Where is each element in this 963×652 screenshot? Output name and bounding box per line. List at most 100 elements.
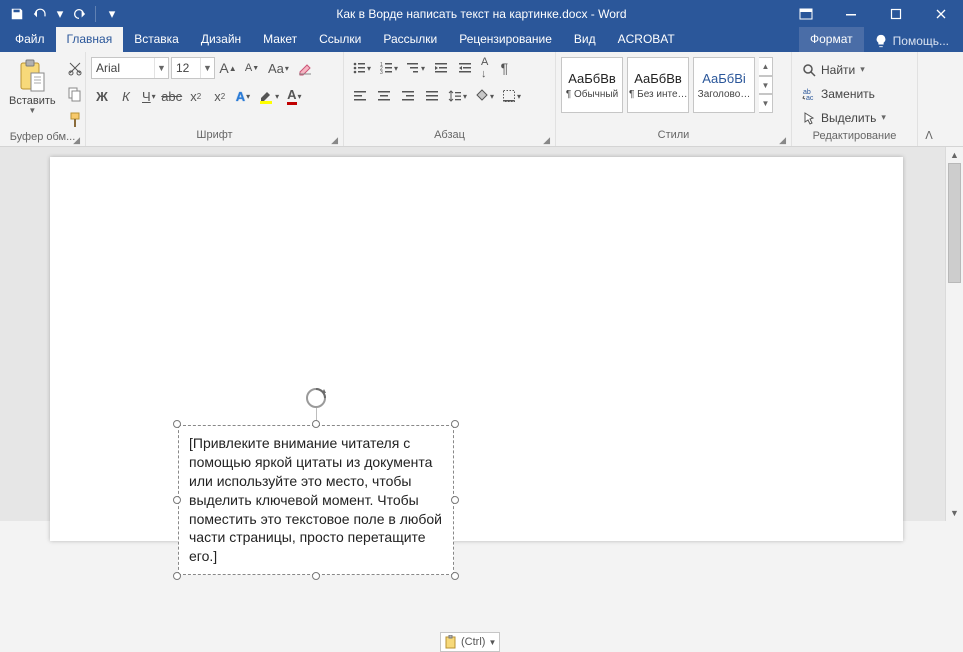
- sort-icon[interactable]: A↓: [478, 57, 491, 79]
- close-icon[interactable]: [918, 0, 963, 27]
- text-box-content[interactable]: [Привлеките внимание читателя с помощью …: [178, 425, 454, 575]
- select-button[interactable]: Выделить▾: [800, 107, 909, 128]
- group-paragraph-label: Абзац◢: [349, 129, 550, 146]
- decrease-indent-icon[interactable]: [430, 57, 452, 79]
- borders-icon[interactable]: ▾: [499, 85, 524, 107]
- text-effects-icon[interactable]: A▾: [233, 85, 253, 107]
- styles-gallery-scroll: ▲ ▼ ▼: [759, 57, 773, 113]
- text-box[interactable]: [Привлеките внимание читателя с помощью …: [178, 425, 454, 575]
- group-paragraph: ▾ 123▾ ▾ A↓ ¶ ▾ ▾ ▾ Абзац◢: [344, 52, 556, 146]
- ribbon: Вставить ▼ Буфер обм...◢ Arial▼ 12▼: [0, 52, 963, 147]
- style-no-spacing[interactable]: АаБбВв ¶ Без инте…: [627, 57, 689, 113]
- undo-icon[interactable]: [30, 3, 52, 25]
- lightbulb-icon: [874, 34, 888, 48]
- resize-handle-s[interactable]: [312, 572, 320, 580]
- increase-indent-icon[interactable]: [454, 57, 476, 79]
- multilevel-list-icon[interactable]: ▾: [403, 57, 428, 79]
- replace-icon: abac: [802, 87, 816, 101]
- collapse-ribbon-icon[interactable]: ᐱ: [918, 52, 940, 146]
- undo-dropdown-icon[interactable]: ▾: [54, 3, 66, 25]
- bold-icon[interactable]: Ж: [91, 85, 113, 107]
- group-editing: Найти▾ abac Заменить Выделить▾ Редактиро…: [792, 52, 918, 146]
- replace-button[interactable]: abac Заменить: [800, 83, 909, 104]
- resize-handle-nw[interactable]: [173, 420, 181, 428]
- bullets-icon[interactable]: ▾: [349, 57, 374, 79]
- numbering-icon[interactable]: 123▾: [376, 57, 401, 79]
- italic-icon[interactable]: К: [115, 85, 137, 107]
- group-font: Arial▼ 12▼ A▲ A▼ Aa▾ Ж К Ч▾ abc x2 x2 A▾…: [86, 52, 344, 146]
- group-styles-label: Стили◢: [561, 129, 786, 146]
- superscript-icon[interactable]: x2: [209, 85, 231, 107]
- strikethrough-icon[interactable]: abc: [161, 85, 183, 107]
- redo-icon[interactable]: [68, 3, 90, 25]
- gallery-expand-icon[interactable]: ▼: [759, 94, 773, 113]
- paste-button[interactable]: Вставить ▼: [5, 57, 60, 116]
- rotate-handle-icon[interactable]: [305, 387, 327, 409]
- shading-icon[interactable]: ▾: [472, 85, 497, 107]
- line-spacing-icon[interactable]: ▾: [445, 85, 470, 107]
- scroll-down-icon[interactable]: ▼: [946, 505, 963, 521]
- tab-acrobat[interactable]: ACROBAT: [607, 27, 686, 52]
- underline-icon[interactable]: Ч▾: [139, 85, 159, 107]
- styles-dialog-launcher[interactable]: ◢: [779, 135, 786, 146]
- svg-text:3: 3: [380, 70, 383, 75]
- tab-design[interactable]: Дизайн: [190, 27, 252, 52]
- tab-file[interactable]: Файл: [4, 27, 56, 52]
- align-right-icon[interactable]: [397, 85, 419, 107]
- resize-handle-ne[interactable]: [451, 420, 459, 428]
- scroll-track[interactable]: [946, 163, 963, 505]
- change-case-icon[interactable]: Aa▾: [265, 57, 292, 79]
- quick-access-toolbar: ▾ ▾: [6, 3, 123, 25]
- paragraph-dialog-launcher[interactable]: ◢: [543, 135, 550, 146]
- group-clipboard-label: Буфер обм...◢: [5, 131, 80, 146]
- save-icon[interactable]: [6, 3, 28, 25]
- resize-handle-se[interactable]: [451, 572, 459, 580]
- font-size-combo[interactable]: 12▼: [171, 57, 215, 79]
- tab-view[interactable]: Вид: [563, 27, 607, 52]
- paste-options-button[interactable]: (Ctrl) ▼: [440, 632, 500, 652]
- maximize-icon[interactable]: [873, 0, 918, 27]
- cut-icon[interactable]: [64, 57, 86, 79]
- font-dialog-launcher[interactable]: ◢: [331, 135, 338, 146]
- tab-home[interactable]: Главная: [56, 27, 124, 52]
- copy-icon[interactable]: [64, 83, 86, 105]
- help-label: Помощь...: [893, 34, 949, 48]
- svg-text:ac: ac: [806, 95, 814, 101]
- gallery-up-icon[interactable]: ▲: [759, 57, 773, 76]
- tell-me[interactable]: Помощь...: [864, 34, 959, 52]
- qat-customize-icon[interactable]: ▾: [101, 3, 123, 25]
- font-color-icon[interactable]: A▾: [284, 85, 304, 107]
- gallery-down-icon[interactable]: ▼: [759, 76, 773, 95]
- tab-review[interactable]: Рецензирование: [448, 27, 563, 52]
- find-button[interactable]: Найти▾: [800, 59, 909, 80]
- format-painter-icon[interactable]: [64, 109, 86, 131]
- tab-mailings[interactable]: Рассылки: [372, 27, 448, 52]
- tab-layout[interactable]: Макет: [252, 27, 308, 52]
- highlight-icon[interactable]: ▾: [255, 85, 282, 107]
- style-normal[interactable]: АаБбВв ¶ Обычный: [561, 57, 623, 113]
- show-marks-icon[interactable]: ¶: [493, 57, 515, 79]
- group-editing-label: Редактирование: [797, 130, 912, 146]
- ribbon-display-options-icon[interactable]: [783, 0, 828, 27]
- tab-format[interactable]: Формат: [799, 27, 864, 52]
- scroll-thumb[interactable]: [948, 163, 961, 283]
- scroll-up-icon[interactable]: ▲: [946, 147, 963, 163]
- font-name-combo[interactable]: Arial▼: [91, 57, 169, 79]
- group-clipboard: Вставить ▼ Буфер обм...◢: [0, 52, 86, 146]
- minimize-icon[interactable]: [828, 0, 873, 27]
- align-center-icon[interactable]: [373, 85, 395, 107]
- grow-font-icon[interactable]: A▲: [217, 57, 239, 79]
- tab-insert[interactable]: Вставка: [123, 27, 190, 52]
- clear-formatting-icon[interactable]: [294, 57, 316, 79]
- subscript-icon[interactable]: x2: [185, 85, 207, 107]
- clipboard-dialog-launcher[interactable]: ◢: [73, 135, 80, 146]
- justify-icon[interactable]: [421, 85, 443, 107]
- resize-handle-sw[interactable]: [173, 572, 181, 580]
- tab-references[interactable]: Ссылки: [308, 27, 372, 52]
- vertical-scrollbar: ▲ ▼: [945, 147, 963, 521]
- align-left-icon[interactable]: [349, 85, 371, 107]
- resize-handle-n[interactable]: [312, 420, 320, 428]
- style-heading1[interactable]: АаБбВі Заголово…: [693, 57, 755, 113]
- shrink-font-icon[interactable]: A▼: [241, 57, 263, 79]
- search-icon: [802, 63, 816, 77]
